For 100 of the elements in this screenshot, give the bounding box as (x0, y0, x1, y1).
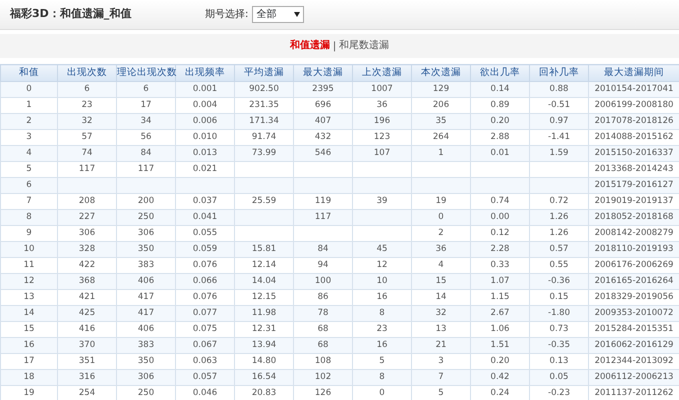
table-cell: -1.80 (530, 306, 588, 322)
table-cell: 16 (0, 338, 58, 354)
table-cell: 1.59 (530, 146, 588, 162)
table-cell: 15 (412, 274, 470, 290)
table-cell: 6 (116, 82, 176, 98)
table-cell: 0.001 (176, 82, 234, 98)
period-select[interactable]: 全部 (252, 6, 304, 23)
table-cell: 2010154-2017041 (588, 82, 679, 98)
table-cell: 0.059 (176, 242, 234, 258)
table-cell: -0.36 (530, 274, 588, 290)
table-cell: 0.041 (176, 210, 234, 226)
table-cell: 0 (0, 82, 58, 98)
table-cell: 171.34 (234, 114, 294, 130)
table-cell: 18 (0, 370, 58, 386)
table-cell: 368 (58, 274, 116, 290)
table-cell: 2.67 (470, 306, 530, 322)
table-cell: 0.013 (176, 146, 234, 162)
table-cell: 407 (294, 114, 352, 130)
table-cell: 45 (352, 242, 412, 258)
table-cell: 10 (352, 274, 412, 290)
column-header: 出现次数 (58, 64, 116, 82)
table-cell: 0.057 (176, 370, 234, 386)
table-cell: 0.067 (176, 338, 234, 354)
table-cell: 1 (412, 146, 470, 162)
column-header: 平均遗漏 (234, 64, 294, 82)
period-label: 期号选择: (205, 8, 248, 22)
table-cell: 902.50 (234, 82, 294, 98)
table-cell: 15.81 (234, 242, 294, 258)
table-cell: 6 (58, 82, 116, 98)
table-cell: 2006112-2006213 (588, 370, 679, 386)
column-header: 和值 (0, 64, 58, 82)
tab[interactable]: 和尾数遗漏 (336, 41, 392, 51)
column-header: 回补几率 (530, 64, 588, 82)
table-cell: 0.05 (530, 370, 588, 386)
table-cell: 316 (58, 370, 116, 386)
table-cell: 16 (352, 338, 412, 354)
table-cell: 32 (58, 114, 116, 130)
table-cell: 1.51 (470, 338, 530, 354)
table-cell: 4 (0, 146, 58, 162)
table-cell: 0.01 (470, 146, 530, 162)
column-header: 出现频率 (176, 64, 234, 82)
table-cell: 8 (0, 210, 58, 226)
table-cell: 1007 (352, 82, 412, 98)
table-cell: 2395 (294, 82, 352, 98)
table-cell: 84 (116, 146, 176, 162)
table-cell: 425 (58, 306, 116, 322)
table-cell: 78 (294, 306, 352, 322)
table-cell: 0.00 (470, 210, 530, 226)
table-cell: 73.99 (234, 146, 294, 162)
table-cell: 34 (116, 114, 176, 130)
table-cell: 16.54 (234, 370, 294, 386)
table-cell: 2.28 (470, 242, 530, 258)
table-cell: 0.88 (530, 82, 588, 98)
table-cell: 0.14 (470, 82, 530, 98)
table-cell: -0.35 (530, 338, 588, 354)
table-cell: 12 (0, 274, 58, 290)
column-header: 本次遗漏 (412, 64, 470, 82)
table-cell: 546 (294, 146, 352, 162)
table-cell: 107 (352, 146, 412, 162)
table-cell: 1.07 (470, 274, 530, 290)
table-cell: 0.57 (530, 242, 588, 258)
table-cell: 1.26 (530, 210, 588, 226)
table-cell: 0.97 (530, 114, 588, 130)
table-cell: 2016165-2016264 (588, 274, 679, 290)
table-cell: 2017078-2018126 (588, 114, 679, 130)
table-cell: 417 (116, 306, 176, 322)
table-cell: 35 (412, 114, 470, 130)
table-cell: 8 (352, 306, 412, 322)
table-cell: 383 (116, 338, 176, 354)
caret-icon (294, 12, 300, 17)
table-cell: 350 (116, 242, 176, 258)
table-cell: 13.94 (234, 338, 294, 354)
table-cell: 11.98 (234, 306, 294, 322)
table-cell: 74 (58, 146, 116, 162)
tab[interactable]: 和值遗漏 (286, 41, 333, 51)
column-header: 上次遗漏 (352, 64, 412, 82)
table-cell: 0.066 (176, 274, 234, 290)
table-cell: 68 (294, 338, 352, 354)
table-cell: 0.42 (470, 370, 530, 386)
table-cell: 370 (58, 338, 116, 354)
column-header: 理论出现次数 (116, 64, 176, 82)
table-cell: 2015179-2016127 (588, 178, 679, 194)
table-cell: 328 (58, 242, 116, 258)
table-cell: 14.04 (234, 274, 294, 290)
table-cell: 2009353-2010072 (588, 306, 679, 322)
table-cell: 84 (294, 242, 352, 258)
table-cell: 32 (412, 306, 470, 322)
table-cell: 2018110-2019193 (588, 242, 679, 258)
table-cell: 250 (116, 210, 176, 226)
table-cell: 0 (412, 210, 470, 226)
column-header: 最大遗漏 (294, 64, 352, 82)
table-cell: 2018052-2018168 (588, 210, 679, 226)
tab-separator: | (332, 40, 336, 54)
table-cell: 0.006 (176, 114, 234, 130)
table-cell: 36 (412, 242, 470, 258)
column-header: 欲出几率 (470, 64, 530, 82)
table-cell: 2015150-2016337 (588, 146, 679, 162)
table-cell: 100 (294, 274, 352, 290)
table-cell: 19 (0, 386, 58, 400)
table-cell: 196 (352, 114, 412, 130)
